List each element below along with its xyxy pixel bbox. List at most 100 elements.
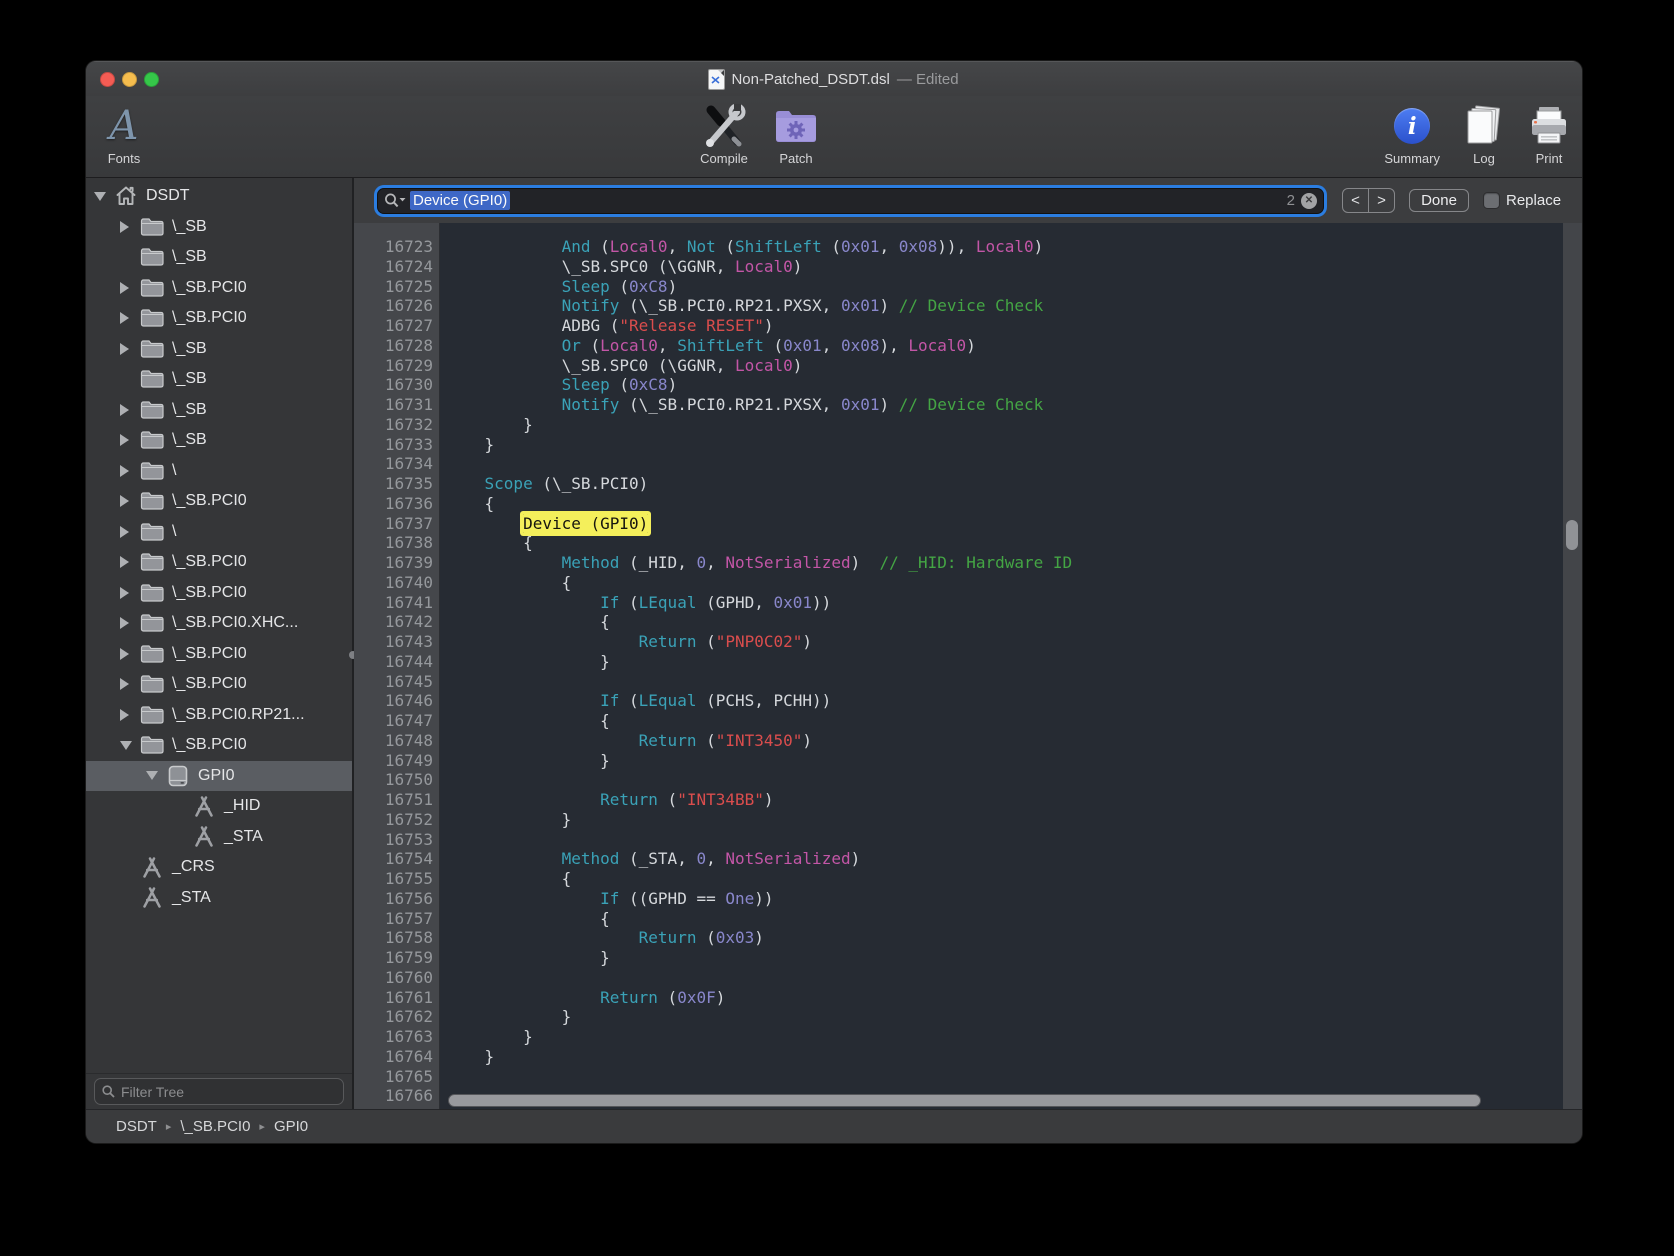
tree-row-sbpci0[interactable]: \_SB.PCI0 xyxy=(86,578,352,609)
fonts-label: Fonts xyxy=(108,151,141,166)
clear-search-icon[interactable]: ✕ xyxy=(1301,193,1317,209)
tree-row-crs[interactable]: _CRS xyxy=(86,852,352,883)
tree-row-sb[interactable]: \_SB xyxy=(86,364,352,395)
tree-row-sta[interactable]: _STA xyxy=(86,883,352,914)
tree-row-label: \_SB.PCI0 xyxy=(172,645,247,663)
horizontal-scrollbar-thumb[interactable] xyxy=(448,1094,1481,1107)
code-area[interactable]: 1672316724167251672616727167281672916730… xyxy=(354,223,1582,1109)
line-number: 16758 xyxy=(354,928,433,948)
fonts-icon: A xyxy=(110,106,139,146)
patch-button[interactable]: Patch xyxy=(770,102,822,166)
find-input[interactable]: Device (GPI0) 2 ✕ xyxy=(378,189,1323,213)
folder-icon xyxy=(140,217,164,237)
find-next-button[interactable]: > xyxy=(1369,189,1394,212)
disclosure-right-icon[interactable] xyxy=(120,648,140,660)
line-number: 16749 xyxy=(354,751,433,771)
minimize-button[interactable] xyxy=(122,72,137,87)
find-previous-button[interactable]: < xyxy=(1343,189,1369,212)
line-number: 16751 xyxy=(354,790,433,810)
tree-row-label: _STA xyxy=(172,889,211,907)
breadcrumb-separator-icon: ▸ xyxy=(259,1120,265,1133)
replace-checkbox[interactable] xyxy=(1484,193,1499,208)
tree-row-label: GPI0 xyxy=(198,767,234,785)
done-button[interactable]: Done xyxy=(1409,189,1469,212)
print-button[interactable]: Print xyxy=(1528,102,1570,166)
tree-row-sbpci0[interactable]: \_SB.PCI0 xyxy=(86,547,352,578)
disclosure-right-icon[interactable] xyxy=(120,221,140,233)
disclosure-right-icon[interactable] xyxy=(120,434,140,446)
vertical-scrollbar-thumb[interactable] xyxy=(1566,520,1578,550)
tree-row-sb[interactable]: \_SB xyxy=(86,242,352,273)
code-line: } xyxy=(446,751,1563,771)
line-number: 16747 xyxy=(354,711,433,731)
vertical-scrollbar-track[interactable] xyxy=(1563,223,1582,1109)
close-button[interactable] xyxy=(100,72,115,87)
summary-button[interactable]: i Summary xyxy=(1384,102,1440,166)
code-line: Return ("PNP0C02") xyxy=(446,632,1563,652)
line-number: 16735 xyxy=(354,474,433,494)
line-number: 16760 xyxy=(354,968,433,988)
log-button[interactable]: Log xyxy=(1464,102,1504,166)
disclosure-right-icon[interactable] xyxy=(120,709,140,721)
code-editor[interactable]: And (Local0, Not (ShiftLeft (0x01, 0x08)… xyxy=(440,223,1563,1109)
tree-row-[interactable]: \ xyxy=(86,517,352,548)
tree-row-sbpci0rp21[interactable]: \_SB.PCI0.RP21... xyxy=(86,700,352,731)
disclosure-right-icon[interactable] xyxy=(120,617,140,629)
summary-label: Summary xyxy=(1384,151,1440,166)
breadcrumb-item[interactable]: \_SB.PCI0 xyxy=(180,1118,250,1135)
tree-row-dsdt[interactable]: DSDT xyxy=(86,181,352,212)
document-proxy-icon[interactable] xyxy=(709,70,724,89)
tree-row-gpi0[interactable]: GPI0 xyxy=(86,761,352,792)
zoom-button[interactable] xyxy=(144,72,159,87)
tree-row-sbpci0[interactable]: \_SB.PCI0 xyxy=(86,303,352,334)
code-line xyxy=(446,968,1563,988)
toolbar: A Fonts Compile xyxy=(86,96,1582,178)
breadcrumb: DSDT▸\_SB.PCI0▸GPI0 xyxy=(86,1109,1582,1143)
tree-row-sbpci0[interactable]: \_SB.PCI0 xyxy=(86,486,352,517)
tree-row-sb[interactable]: \_SB xyxy=(86,425,352,456)
tree-row-label: _HID xyxy=(224,797,260,815)
folder-icon xyxy=(140,400,164,420)
patch-label: Patch xyxy=(779,151,812,166)
disclosure-right-icon[interactable] xyxy=(120,556,140,568)
breadcrumb-item[interactable]: GPI0 xyxy=(274,1118,308,1135)
house-icon xyxy=(114,184,138,208)
disclosure-right-icon[interactable] xyxy=(120,526,140,538)
tree-row-[interactable]: \ xyxy=(86,456,352,487)
tree-row-sta[interactable]: _STA xyxy=(86,822,352,853)
disclosure-right-icon[interactable] xyxy=(120,587,140,599)
tree-row-sbpci0xhc[interactable]: \_SB.PCI0.XHC... xyxy=(86,608,352,639)
tree-row-sbpci0[interactable]: \_SB.PCI0 xyxy=(86,273,352,304)
method-icon xyxy=(192,825,216,848)
sidebar: DSDT\_SB\_SB\_SB.PCI0\_SB.PCI0\_SB\_SB\_… xyxy=(86,178,352,1109)
disclosure-right-icon[interactable] xyxy=(120,465,140,477)
code-line: Notify (\_SB.PCI0.RP21.PXSX, 0x01) // De… xyxy=(446,296,1563,316)
filter-bar: Filter Tree xyxy=(86,1073,352,1109)
tree-row-sb[interactable]: \_SB xyxy=(86,212,352,243)
tree-row-sb[interactable]: \_SB xyxy=(86,395,352,426)
disclosure-right-icon[interactable] xyxy=(120,343,140,355)
tree-row-sbpci0[interactable]: \_SB.PCI0 xyxy=(86,730,352,761)
disclosure-right-icon[interactable] xyxy=(120,495,140,507)
line-number: 16755 xyxy=(354,869,433,889)
disclosure-down-icon[interactable] xyxy=(120,741,140,750)
disclosure-right-icon[interactable] xyxy=(120,678,140,690)
compile-button[interactable]: Compile xyxy=(691,102,757,166)
line-number: 16754 xyxy=(354,849,433,869)
tree-row-sb[interactable]: \_SB xyxy=(86,334,352,365)
tree-row-sbpci0[interactable]: \_SB.PCI0 xyxy=(86,639,352,670)
disclosure-right-icon[interactable] xyxy=(120,312,140,324)
code-line: Notify (\_SB.PCI0.RP21.PXSX, 0x01) // De… xyxy=(446,395,1563,415)
tree-row-sbpci0[interactable]: \_SB.PCI0 xyxy=(86,669,352,700)
disclosure-right-icon[interactable] xyxy=(120,282,140,294)
tree-row-hid[interactable]: _HID xyxy=(86,791,352,822)
filter-tree-input[interactable]: Filter Tree xyxy=(94,1078,344,1105)
disclosure-right-icon[interactable] xyxy=(120,404,140,416)
search-menu-icon[interactable] xyxy=(384,193,406,208)
breadcrumb-item[interactable]: DSDT xyxy=(116,1118,157,1135)
fonts-button[interactable]: A Fonts xyxy=(99,102,149,166)
code-line: And (Local0, Not (ShiftLeft (0x01, 0x08)… xyxy=(446,237,1563,257)
disclosure-down-icon[interactable] xyxy=(146,771,166,780)
disclosure-down-icon[interactable] xyxy=(94,192,114,201)
line-number: 16725 xyxy=(354,277,433,297)
